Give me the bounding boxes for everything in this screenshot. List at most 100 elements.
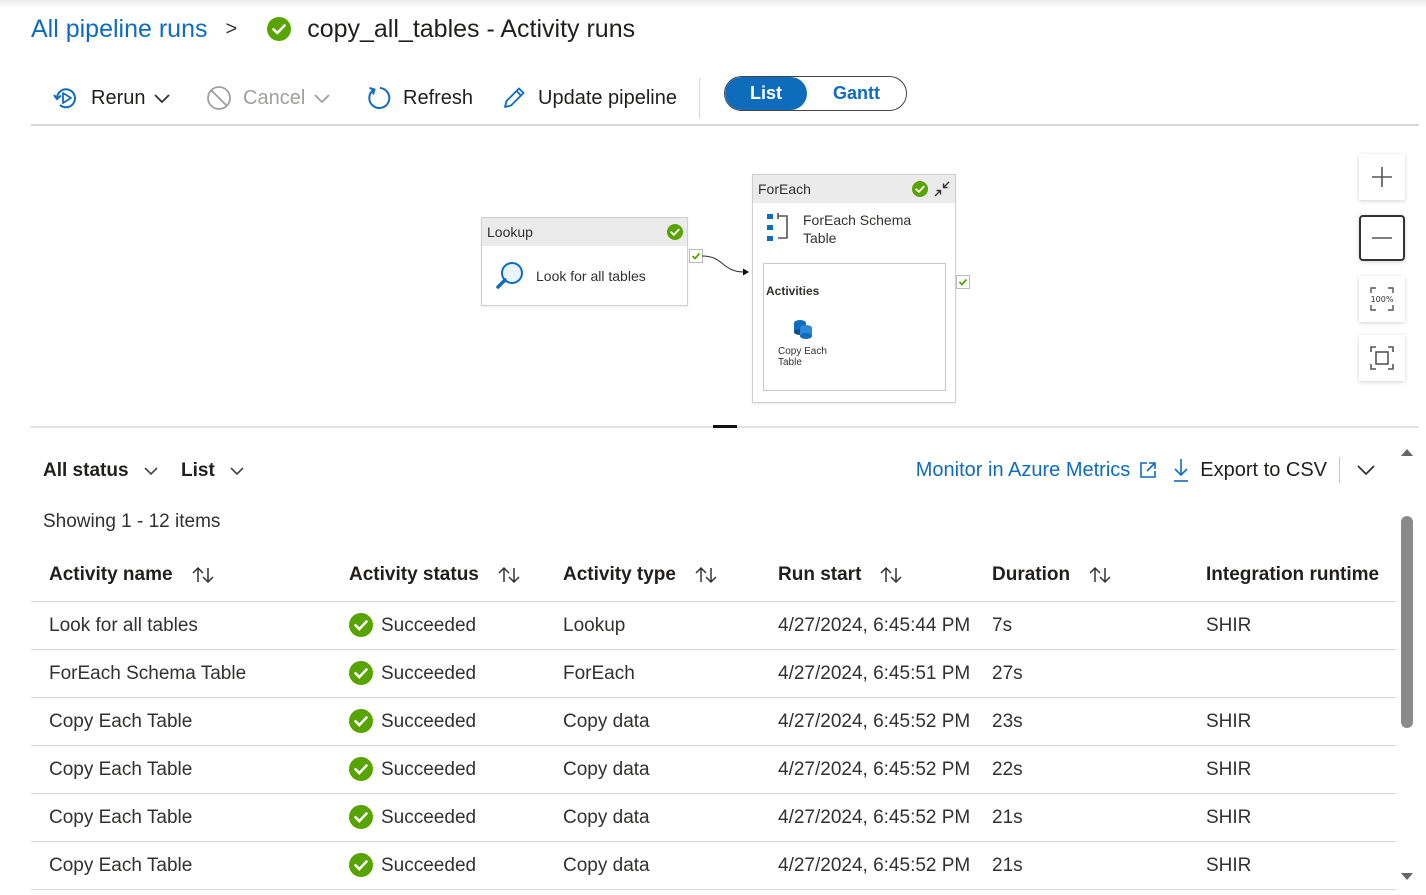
pencil-icon — [504, 87, 525, 108]
splitter-handle[interactable] — [713, 425, 737, 428]
export-csv-button[interactable]: Export to CSV — [1172, 457, 1327, 483]
zoom-out-button[interactable] — [1359, 215, 1405, 261]
copy-each-table-activity[interactable]: Copy Each Table — [778, 346, 848, 368]
table-row[interactable]: Copy Each Table Succeeded Copy data 4/27/20… — [31, 842, 1396, 890]
rerun-button[interactable]: Rerun — [51, 80, 171, 116]
search-icon — [496, 262, 523, 289]
cell-activity-name[interactable]: Copy Each Table — [49, 711, 192, 733]
zoom-in-button[interactable] — [1359, 154, 1405, 200]
cell-activity-status: Succeeded — [349, 709, 477, 733]
cell-duration-text: 22s — [992, 759, 1023, 780]
column-duration[interactable]: Duration — [992, 564, 1112, 586]
foreach-node-body: ForEach Schema Table — [753, 203, 955, 255]
status-filter-label: All status — [43, 460, 129, 481]
scroll-up-arrow[interactable] — [1400, 447, 1414, 457]
cell-integration-runtime-text: SHIR — [1206, 807, 1252, 828]
cell-run-start-text: 4/27/2024, 6:45:44 PM — [778, 615, 971, 636]
cell-activity-type: Copy data — [563, 807, 650, 829]
scrollbar-thumb[interactable] — [1401, 516, 1413, 728]
cancel-button[interactable]: Cancel — [205, 80, 331, 116]
lookup-node[interactable]: Lookup Look for all tables — [481, 217, 688, 306]
update-pipeline-button[interactable]: Update pipeline — [500, 80, 677, 116]
connector-arrow — [702, 255, 749, 276]
column-run-start[interactable]: Run start — [778, 564, 903, 586]
cell-integration-runtime-text: SHIR — [1206, 711, 1252, 732]
sort-icon — [1089, 566, 1111, 584]
cell-activity-status-text: Succeeded — [381, 711, 477, 732]
cell-activity-type: Copy data — [563, 711, 650, 733]
cell-activity-type-text: Lookup — [563, 615, 626, 636]
cell-integration-runtime-text: SHIR — [1206, 615, 1252, 636]
cell-activity-type: Copy data — [563, 855, 650, 877]
table-row[interactable]: Copy Each Table Succeeded Copy data 4/27/20… — [31, 794, 1396, 842]
lookup-node-header: Lookup — [482, 218, 687, 246]
zoom-100-button[interactable]: 100% — [1359, 276, 1405, 322]
rerun-icon — [53, 88, 76, 109]
foreach-inner-activities[interactable]: Activities Copy Each Table — [763, 263, 946, 391]
minus-icon — [1372, 237, 1392, 239]
foreach-name-line2: Table — [803, 230, 837, 246]
column-activity-status[interactable]: Activity status — [349, 564, 521, 586]
cell-activity-type: ForEach — [563, 663, 635, 685]
cell-run-start-text: 4/27/2024, 6:45:52 PM — [778, 759, 971, 780]
toggle-list[interactable]: List — [725, 77, 807, 110]
foreach-icon — [767, 213, 788, 241]
cell-run-start-text: 4/27/2024, 6:45:52 PM — [778, 807, 971, 828]
table-row[interactable]: Copy Each Table Succeeded Copy data 4/27/20… — [31, 698, 1396, 746]
breadcrumb-separator: > — [225, 17, 238, 40]
monitor-azure-metrics-link[interactable]: Monitor in Azure Metrics — [916, 459, 1159, 482]
sort-icon — [498, 566, 520, 584]
cell-activity-name[interactable]: Look for all tables — [49, 615, 198, 637]
view-filter-dropdown[interactable]: List — [181, 458, 245, 484]
export-label: Export to CSV — [1200, 458, 1327, 481]
lookup-node-type: Lookup — [487, 224, 533, 240]
toolbar-divider — [699, 78, 700, 118]
column-activity-name[interactable]: Activity name — [49, 564, 215, 586]
table-row[interactable]: Look for all tables Succeeded Lookup 4/27/2… — [31, 602, 1396, 650]
status-filter-dropdown[interactable]: All status — [43, 458, 159, 484]
cell-activity-name[interactable]: Copy Each Table — [49, 759, 192, 781]
refresh-button[interactable]: Refresh — [365, 80, 473, 116]
lookup-activity-name: Look for all tables — [536, 268, 646, 284]
lookup-success-output[interactable] — [689, 249, 703, 263]
chevron-down-icon[interactable] — [1356, 464, 1376, 476]
cell-activity-name[interactable]: Copy Each Table — [49, 807, 192, 829]
all-pipeline-runs-link[interactable]: All pipeline runs — [31, 15, 208, 44]
scroll-down-arrow[interactable] — [1400, 872, 1414, 882]
table-row[interactable]: Copy Each Table Succeeded Copy data 4/27/20… — [31, 746, 1396, 794]
cell-duration-text: 7s — [992, 615, 1013, 636]
cell-activity-type-text: Copy data — [563, 759, 650, 780]
cell-activity-name-text: Look for all tables — [49, 615, 198, 636]
refresh-icon — [368, 87, 391, 109]
cell-activity-status: Succeeded — [349, 805, 476, 829]
chevron-down-icon — [230, 467, 244, 476]
inner-activities-title: Activities — [766, 284, 820, 298]
cell-duration: 7s — [992, 615, 1012, 637]
cell-activity-status-text: Succeeded — [381, 855, 477, 876]
column-integration-runtime[interactable]: Integration runtime — [1206, 564, 1379, 586]
cell-activity-status-text: Succeeded — [381, 615, 477, 636]
collapse-icon[interactable] — [933, 180, 951, 198]
fit-to-screen-button[interactable] — [1359, 335, 1405, 381]
cell-activity-name-text: Copy Each Table — [49, 807, 193, 828]
sort-icon — [880, 566, 902, 584]
cell-activity-name[interactable]: Copy Each Table — [49, 855, 192, 877]
cell-activity-name-text: Copy Each Table — [49, 759, 193, 780]
activity-runs-table: Activity name Activity status Activity t… — [31, 554, 1396, 890]
cell-duration-text: 21s — [992, 855, 1023, 876]
column-label: Activity name — [49, 564, 173, 585]
foreach-node-header: ForEach — [753, 175, 955, 203]
column-label: Activity status — [349, 564, 479, 585]
foreach-node[interactable]: ForEach ForEach Schema Table Activities … — [752, 174, 956, 403]
toggle-gantt[interactable]: Gantt — [807, 77, 906, 110]
column-activity-type[interactable]: Activity type — [563, 564, 718, 586]
list-actions: Monitor in Azure Metrics Export to CSV — [916, 454, 1376, 486]
pipeline-canvas[interactable]: Lookup Look for all tables ForEach ForEa… — [31, 127, 1419, 425]
table-row[interactable]: ForEach Schema Table Succeeded ForEach 4/27… — [31, 650, 1396, 698]
cell-activity-name[interactable]: ForEach Schema Table — [49, 663, 246, 685]
foreach-success-output[interactable] — [956, 275, 970, 289]
cell-activity-status: Succeeded — [349, 853, 477, 877]
cell-run-start: 4/27/2024, 6:45:52 PM — [778, 855, 970, 877]
inner-activity-line2: Table — [778, 357, 802, 368]
cell-activity-type-text: ForEach — [563, 663, 635, 684]
